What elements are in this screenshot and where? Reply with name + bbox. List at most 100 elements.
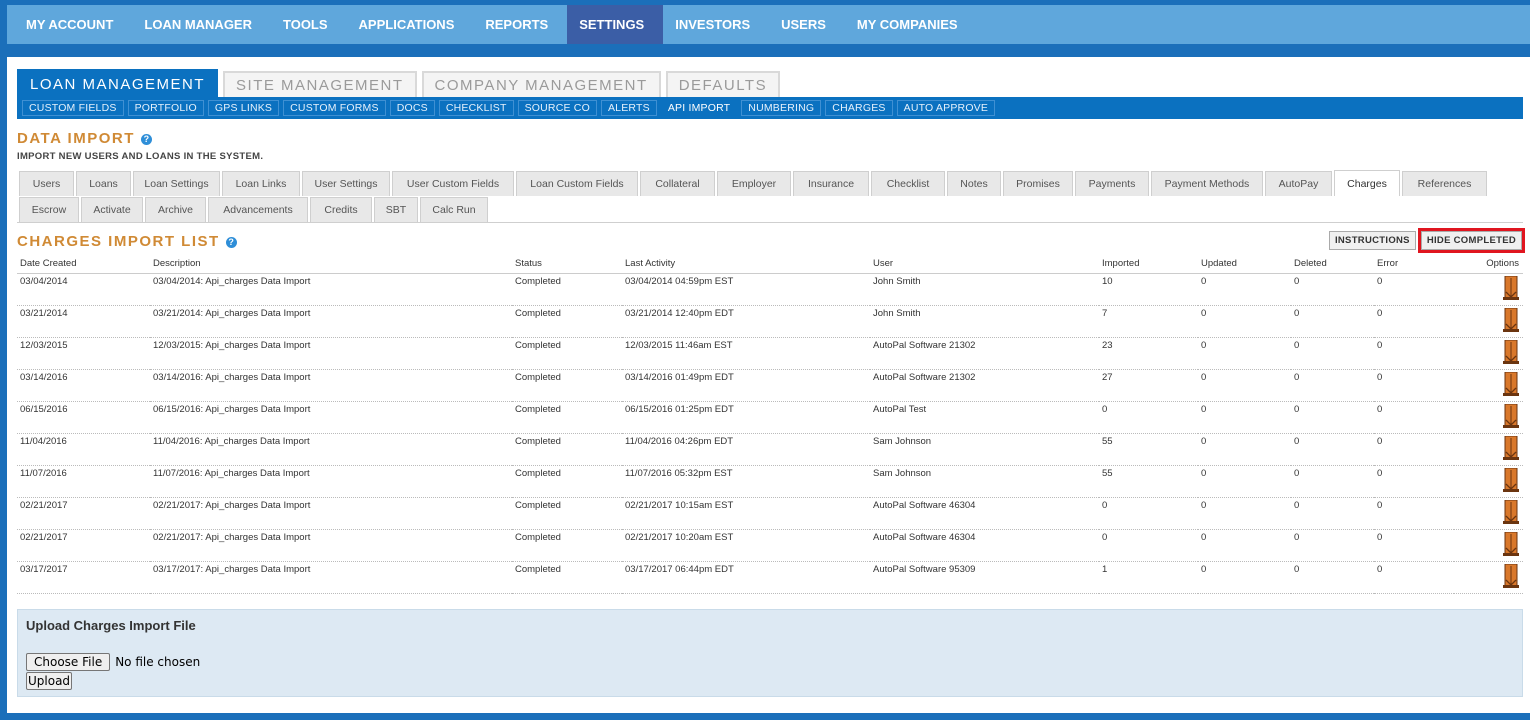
help-icon[interactable]: ? xyxy=(225,236,237,248)
import-tab-collateral[interactable]: Collateral xyxy=(640,171,715,196)
cell-user: AutoPal Software 21302 xyxy=(870,369,1099,402)
nav-applications[interactable]: APPLICATIONS xyxy=(347,5,474,44)
import-tab-advancements[interactable]: Advancements xyxy=(208,197,308,222)
subnav-source-co[interactable]: SOURCE CO xyxy=(517,100,597,116)
column-header-last-activity: Last Activity xyxy=(622,254,870,274)
import-tab-promises[interactable]: Promises xyxy=(1003,171,1073,196)
nav-tools[interactable]: TOOLS xyxy=(271,5,347,44)
cell-date-created: 03/14/2016 xyxy=(17,369,150,402)
options-menu-icon[interactable] xyxy=(1503,499,1519,527)
cell-last-activity: 06/15/2016 01:25pm EDT xyxy=(622,401,870,434)
cell-description: 12/03/2015: Api_charges Data Import xyxy=(150,337,512,370)
subnav-custom-fields[interactable]: CUSTOM FIELDS xyxy=(22,100,124,116)
import-tab-loan-settings[interactable]: Loan Settings xyxy=(133,171,220,196)
cell-last-activity: 11/07/2016 05:32pm EST xyxy=(622,465,870,498)
options-menu-icon[interactable] xyxy=(1503,435,1519,463)
import-tab-insurance[interactable]: Insurance xyxy=(793,171,869,196)
upload-button[interactable]: Upload xyxy=(26,672,73,690)
options-menu-icon[interactable] xyxy=(1503,563,1519,591)
tab-defaults[interactable]: DEFAULTS xyxy=(665,71,781,98)
subnav-charges[interactable]: CHARGES xyxy=(825,100,893,116)
cell-options xyxy=(1454,433,1523,466)
import-tab-payments[interactable]: Payments xyxy=(1075,171,1149,196)
cell-error: 0 xyxy=(1374,305,1454,338)
tab-loan-management[interactable]: LOAN MANAGEMENT xyxy=(17,69,219,98)
options-menu-icon[interactable] xyxy=(1503,531,1519,559)
charges-import-list-title-text: CHARGES IMPORT LIST xyxy=(17,233,220,250)
nav-loan-manager[interactable]: LOAN MANAGER xyxy=(132,5,271,44)
cell-status: Completed xyxy=(512,497,622,530)
table-row: 03/04/2014 03/04/2014: Api_charges Data I… xyxy=(17,273,1523,306)
import-tab-calc-run[interactable]: Calc Run xyxy=(420,197,488,222)
options-menu-icon[interactable] xyxy=(1503,467,1519,495)
instructions-button[interactable]: INSTRUCTIONS xyxy=(1328,231,1416,250)
subnav-api-import[interactable]: API IMPORT xyxy=(660,100,738,116)
hide-completed-button[interactable]: HIDE COMPLETED xyxy=(1417,228,1526,253)
cell-error: 0 xyxy=(1374,337,1454,370)
import-tab-loan-custom-fields[interactable]: Loan Custom Fields xyxy=(516,171,638,196)
import-tab-credits[interactable]: Credits xyxy=(310,197,372,222)
subnav-numbering[interactable]: NUMBERING xyxy=(741,100,822,116)
cell-error: 0 xyxy=(1374,497,1454,530)
subnav-portfolio[interactable]: PORTFOLIO xyxy=(127,100,204,116)
cell-description: 11/07/2016: Api_charges Data Import xyxy=(150,465,512,498)
cell-description: 03/04/2014: Api_charges Data Import xyxy=(150,273,512,306)
choose-file-button[interactable]: Choose File xyxy=(26,653,111,671)
import-tab-user-custom-fields[interactable]: User Custom Fields xyxy=(392,171,514,196)
import-tab-employer[interactable]: Employer xyxy=(717,171,791,196)
nav-users[interactable]: USERS xyxy=(769,5,845,44)
sub-navigation: CUSTOM FIELDS PORTFOLIO GPS LINKS CUSTOM FO… xyxy=(17,97,1523,119)
import-tab-archive[interactable]: Archive xyxy=(145,197,206,222)
nav-investors[interactable]: INVESTORS xyxy=(663,5,769,44)
tab-company-management[interactable]: COMPANY MANAGEMENT xyxy=(421,71,661,98)
nav-reports[interactable]: REPORTS xyxy=(473,5,567,44)
cell-status: Completed xyxy=(512,369,622,402)
cell-imported: 1 xyxy=(1099,561,1198,594)
import-tab-loan-links[interactable]: Loan Links xyxy=(222,171,300,196)
import-tab-charges[interactable]: Charges xyxy=(1334,170,1400,196)
import-tab-payment-methods[interactable]: Payment Methods xyxy=(1151,171,1263,196)
import-tab-user-settings[interactable]: User Settings xyxy=(302,171,390,196)
options-menu-icon[interactable] xyxy=(1503,275,1519,303)
import-tab-checklist[interactable]: Checklist xyxy=(871,171,945,196)
upload-section: Upload Charges Import File Choose File N… xyxy=(17,609,1523,697)
nav-my-companies[interactable]: MY COMPANIES xyxy=(845,5,977,44)
subnav-checklist[interactable]: CHECKLIST xyxy=(438,100,514,116)
import-tab-notes[interactable]: Notes xyxy=(947,171,1001,196)
options-menu-icon[interactable] xyxy=(1503,403,1519,431)
nav-my-account[interactable]: MY ACCOUNT xyxy=(14,5,132,44)
table-row: 12/03/2015 12/03/2015: Api_charges Data I… xyxy=(17,337,1523,370)
subnav-docs[interactable]: DOCS xyxy=(389,100,435,116)
import-tab-escrow[interactable]: Escrow xyxy=(19,197,79,222)
tab-site-management[interactable]: SITE MANAGEMENT xyxy=(223,71,417,98)
cell-status: Completed xyxy=(512,433,622,466)
cell-options xyxy=(1454,529,1523,562)
options-menu-icon[interactable] xyxy=(1503,339,1519,367)
cell-status: Completed xyxy=(512,529,622,562)
import-tabs-row-2: Escrow Activate Archive Advancements Credits… xyxy=(17,196,1523,222)
import-tab-loans[interactable]: Loans xyxy=(76,171,131,196)
column-header-options: Options xyxy=(1454,254,1523,274)
import-tab-autopay[interactable]: AutoPay xyxy=(1265,171,1332,196)
subnav-gps-links[interactable]: GPS LINKS xyxy=(207,100,280,116)
cell-description: 02/21/2017: Api_charges Data Import xyxy=(150,497,512,530)
import-tab-references[interactable]: References xyxy=(1402,171,1487,196)
cell-user: AutoPal Software 46304 xyxy=(870,529,1099,562)
cell-date-created: 11/07/2016 xyxy=(17,465,150,498)
options-menu-icon[interactable] xyxy=(1503,307,1519,335)
nav-settings[interactable]: SETTINGS xyxy=(567,5,664,44)
import-tab-users[interactable]: Users xyxy=(19,171,74,196)
cell-error: 0 xyxy=(1374,401,1454,434)
upload-title: Upload Charges Import File xyxy=(26,618,196,633)
import-tab-sbt[interactable]: SBT xyxy=(374,197,418,222)
subnav-alerts[interactable]: ALERTS xyxy=(600,100,657,116)
help-icon[interactable]: ? xyxy=(140,133,152,145)
import-tab-activate[interactable]: Activate xyxy=(81,197,143,222)
options-menu-icon[interactable] xyxy=(1503,371,1519,399)
subnav-auto-approve[interactable]: AUTO APPROVE xyxy=(896,100,996,116)
file-picker-row: Choose File No file chosen xyxy=(26,653,1514,671)
column-header-date-created: Date Created xyxy=(17,254,150,274)
cell-deleted: 0 xyxy=(1291,369,1374,402)
cell-imported: 0 xyxy=(1099,529,1198,562)
subnav-custom-forms[interactable]: CUSTOM FORMS xyxy=(283,100,386,116)
